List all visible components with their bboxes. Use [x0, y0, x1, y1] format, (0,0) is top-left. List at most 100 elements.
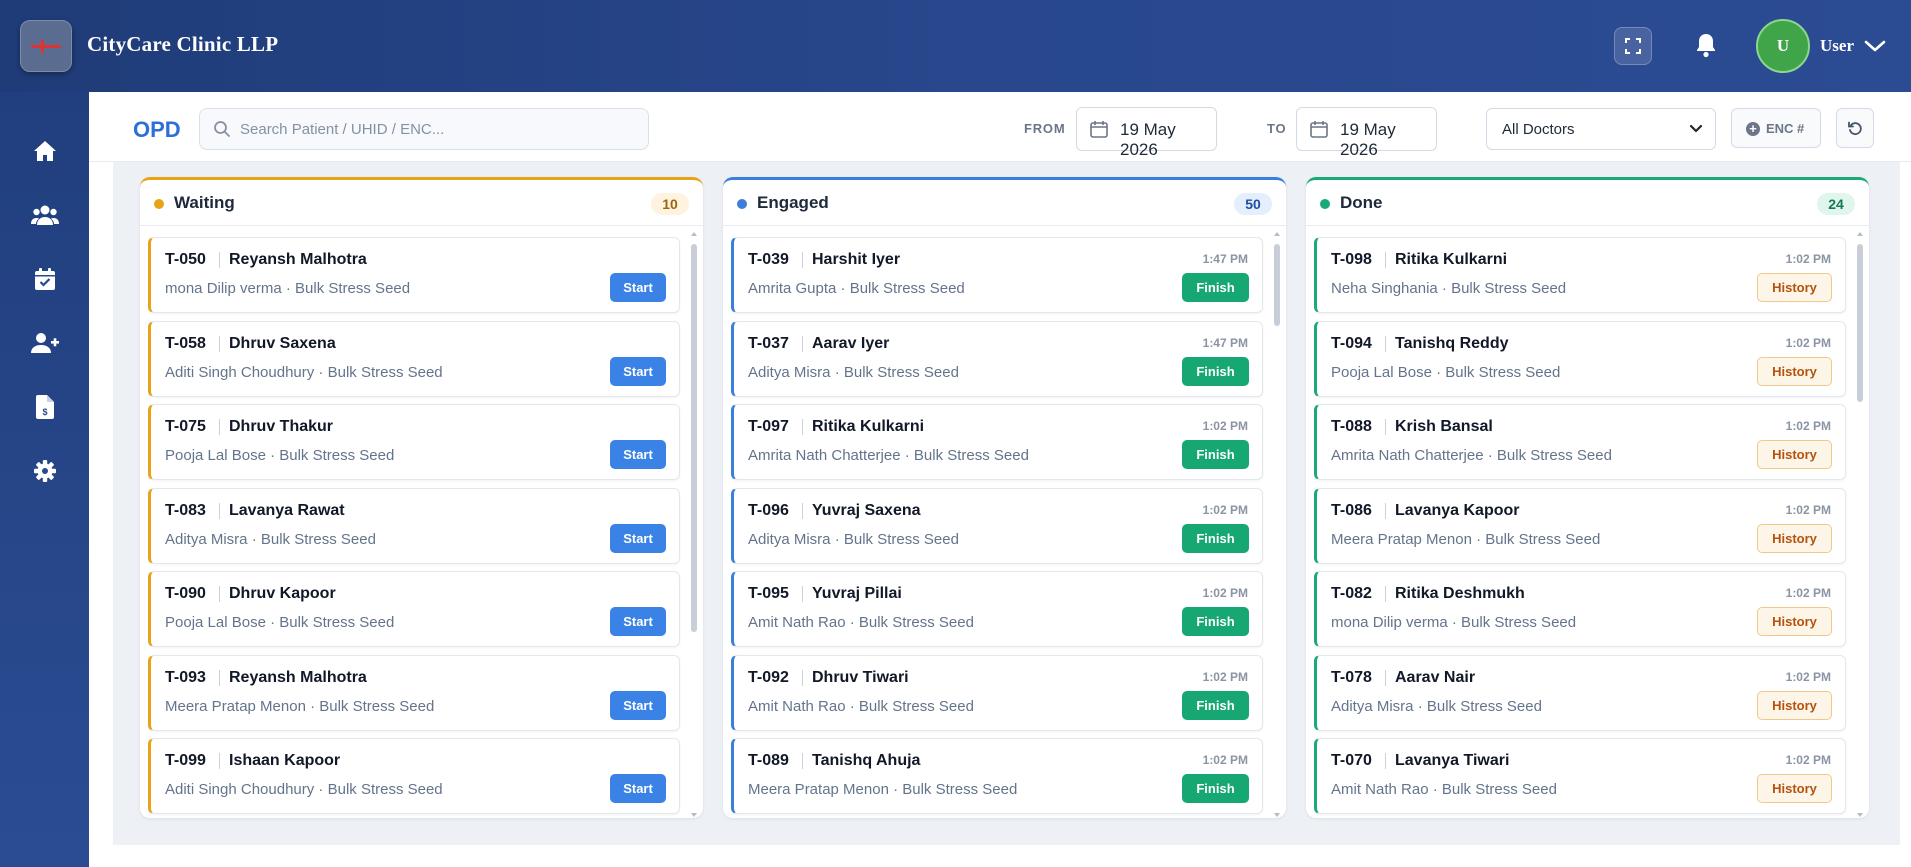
doctor-and-visit: Pooja Lal Bose · Bulk Stress Seed — [165, 614, 395, 631]
chevron-down-icon[interactable] — [1863, 36, 1887, 56]
patient-name: Dhruv Tiwari — [812, 668, 909, 686]
start-button[interactable]: Start — [610, 356, 666, 386]
patient-card[interactable]: T-083 Lavanya Rawat Aditya Misra · Bulk St… — [148, 487, 680, 564]
start-button[interactable]: Start — [610, 607, 666, 636]
clinic-logo[interactable] — [20, 20, 72, 72]
sidebar-item-settings[interactable] — [30, 456, 60, 486]
sidebar-item-patients[interactable] — [30, 200, 60, 230]
sidebar-item-appointments[interactable] — [30, 264, 60, 294]
token-number: T-037 — [748, 334, 789, 352]
finish-button[interactable]: Finish — [1182, 690, 1249, 720]
divider — [219, 252, 220, 268]
doctor-filter-select[interactable]: All Doctors — [1486, 108, 1716, 150]
patient-name: Reyansh Malhotra — [229, 668, 367, 686]
history-button[interactable]: History — [1757, 440, 1832, 469]
clinic-name: CityCare Clinic LLP — [87, 32, 279, 56]
token-number: T-099 — [165, 752, 206, 769]
history-button[interactable]: History — [1757, 523, 1832, 553]
patient-card[interactable]: T-039 Harshit Iyer Amrita Gupta · Bulk Str… — [731, 237, 1263, 313]
patient-card[interactable]: T-097 Ritika Kulkarni Amrita Nath Chatterj… — [731, 404, 1263, 480]
card-list[interactable]: T-050 Reyansh Malhotra mona Dilip verma · … — [148, 237, 684, 817]
patient-card[interactable]: T-093 Reyansh Malhotra Meera Pratap Menon … — [148, 654, 680, 731]
divider — [219, 419, 220, 435]
user-avatar[interactable]: U — [1756, 19, 1810, 73]
patient-card[interactable]: T-094 Tanishq Reddy Pooja Lal Bose · Bulk … — [1314, 320, 1846, 397]
divider — [802, 669, 803, 686]
token-number: T-088 — [1331, 418, 1372, 435]
fullscreen-icon — [1625, 38, 1641, 54]
start-button[interactable]: Start — [610, 440, 666, 469]
column-waiting: Waiting 10 T-050 Reyansh Malhotra mona Dilip… — [140, 177, 703, 818]
doctor-and-visit: mona Dilip verma · Bulk Stress Seed — [165, 280, 411, 297]
history-button[interactable]: History — [1757, 273, 1832, 302]
finish-button[interactable]: Finish — [1182, 273, 1249, 302]
patient-card[interactable]: T-095 Yuvraj Pillai Amit Nath Rao · Bulk S… — [731, 571, 1263, 647]
doctor-and-visit: Pooja Lal Bose · Bulk Stress Seed — [1331, 363, 1561, 381]
token-number: T-093 — [165, 668, 206, 686]
from-date-field[interactable]: 19 May 2026 — [1076, 107, 1217, 159]
divider — [1385, 419, 1386, 435]
finish-button[interactable]: Finish — [1182, 523, 1249, 553]
patient-card[interactable]: T-099 Ishaan Kapoor Aditi Singh Choudhury … — [148, 738, 680, 814]
start-button[interactable]: Start — [610, 273, 666, 302]
fullscreen-button[interactable] — [1614, 27, 1652, 65]
page-title: OPD — [133, 117, 181, 142]
sidebar-item-home[interactable] — [30, 136, 60, 166]
patient-card[interactable]: T-082 Ritika Deshmukh mona Dilip verma · B… — [1314, 571, 1846, 647]
finish-button[interactable]: Finish — [1182, 440, 1249, 469]
scroll-thumb[interactable] — [691, 244, 697, 632]
doctor-and-visit: Meera Pratap Menon · Bulk Stress Seed — [1331, 530, 1601, 548]
notifications-button[interactable] — [1689, 28, 1723, 62]
patient-card[interactable]: T-058 Dhruv Saxena Aditi Singh Choudhury ·… — [148, 320, 680, 397]
scroll-down-arrow[interactable] — [691, 813, 697, 817]
scroll-up-arrow[interactable] — [1274, 232, 1280, 236]
finish-button[interactable]: Finish — [1182, 774, 1249, 803]
patient-card[interactable]: T-050 Reyansh Malhotra mona Dilip verma · … — [148, 237, 680, 313]
sidebar-item-add-patient[interactable] — [30, 328, 60, 358]
patient-card[interactable]: T-070 Lavanya Tiwari Amit Nath Rao · Bulk … — [1314, 738, 1846, 814]
start-button[interactable]: Start — [610, 774, 666, 803]
patient-name: Aarav Nair — [1395, 668, 1476, 686]
token-number: T-083 — [165, 501, 206, 519]
scrollbar[interactable] — [690, 232, 699, 817]
start-button[interactable]: Start — [610, 690, 666, 720]
patient-card[interactable]: T-078 Aarav Nair Aditya Misra · Bulk Stres… — [1314, 654, 1846, 731]
history-button[interactable]: History — [1757, 774, 1832, 803]
sidebar-item-billing[interactable]: $ — [30, 392, 60, 422]
patient-card[interactable]: T-092 Dhruv Tiwari Amit Nath Rao · Bulk St… — [731, 654, 1263, 731]
search-icon — [214, 121, 230, 137]
patient-card[interactable]: T-096 Yuvraj Saxena Aditya Misra · Bulk St… — [731, 487, 1263, 564]
patient-card[interactable]: T-098 Ritika Kulkarni Neha Singhania · Bul… — [1314, 237, 1846, 313]
patient-name: Harshit Iyer — [812, 251, 901, 268]
patient-search[interactable] — [199, 108, 649, 150]
scroll-down-arrow[interactable] — [1857, 813, 1863, 817]
patient-card[interactable]: T-075 Dhruv Thakur Pooja Lal Bose · Bulk S… — [148, 404, 680, 480]
enc-button[interactable]: + ENC # — [1731, 108, 1821, 148]
search-input[interactable] — [240, 109, 640, 149]
user-menu-label[interactable]: User — [1820, 36, 1854, 56]
doctor-and-visit: Amit Nath Rao · Bulk Stress Seed — [748, 697, 974, 715]
scrollbar[interactable] — [1856, 232, 1865, 817]
doctor-and-visit: Aditi Singh Choudhury · Bulk Stress Seed — [165, 363, 443, 381]
finish-button[interactable]: Finish — [1182, 356, 1249, 386]
card-list[interactable]: T-098 Ritika Kulkarni Neha Singhania · Bul… — [1314, 237, 1850, 817]
finish-button[interactable]: Finish — [1182, 607, 1249, 636]
scroll-thumb[interactable] — [1857, 244, 1863, 402]
scroll-thumb[interactable] — [1274, 244, 1280, 326]
patient-card[interactable]: T-090 Dhruv Kapoor Pooja Lal Bose · Bulk S… — [148, 571, 680, 647]
history-button[interactable]: History — [1757, 690, 1832, 720]
card-list[interactable]: T-039 Harshit Iyer Amrita Gupta · Bulk Str… — [731, 237, 1267, 817]
patient-card[interactable]: T-088 Krish Bansal Amrita Nath Chatterjee … — [1314, 404, 1846, 480]
scrollbar[interactable] — [1273, 232, 1282, 817]
to-date-field[interactable]: 19 May 2026 — [1296, 107, 1437, 159]
scroll-up-arrow[interactable] — [1857, 232, 1863, 236]
reset-button[interactable] — [1836, 108, 1874, 148]
patient-card[interactable]: T-086 Lavanya Kapoor Meera Pratap Menon · … — [1314, 487, 1846, 564]
history-button[interactable]: History — [1757, 356, 1832, 386]
history-button[interactable]: History — [1757, 607, 1832, 636]
patient-card[interactable]: T-089 Tanishq Ahuja Meera Pratap Menon · B… — [731, 738, 1263, 814]
scroll-down-arrow[interactable] — [1274, 813, 1280, 817]
patient-card[interactable]: T-037 Aarav Iyer Aditya Misra · Bulk Stres… — [731, 320, 1263, 397]
scroll-up-arrow[interactable] — [691, 232, 697, 236]
start-button[interactable]: Start — [610, 523, 666, 553]
